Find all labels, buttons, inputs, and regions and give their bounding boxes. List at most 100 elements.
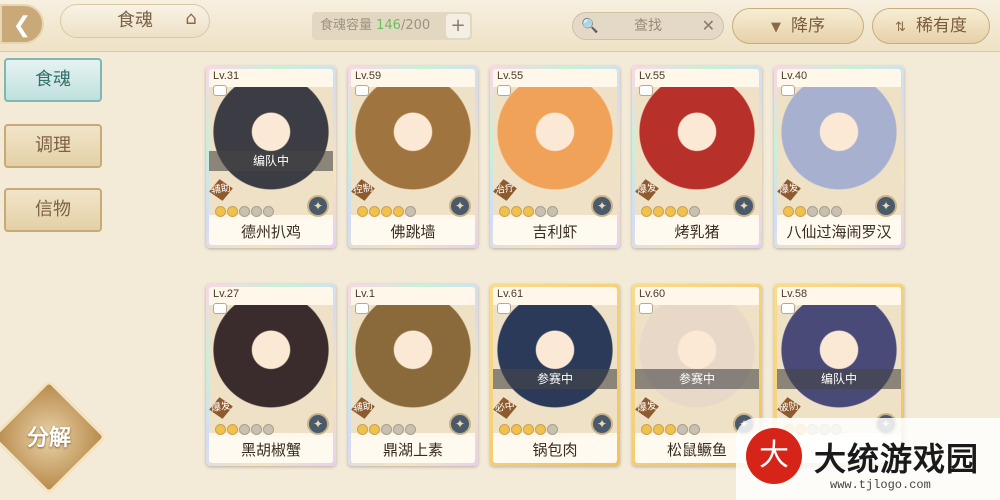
star-icon [831, 206, 842, 217]
card-level: Lv.31 [213, 70, 240, 82]
card-name: 鼎湖上素 [351, 437, 475, 463]
star-icon [677, 206, 688, 217]
food-soul-card[interactable]: Lv.61 参赛中 必中 ✦ 锅包肉 [490, 284, 620, 466]
card-level: Lv.27 [213, 288, 240, 300]
chat-bubble-icon [355, 85, 369, 96]
chat-bubble-icon [781, 85, 795, 96]
card-level: Lv.1 [355, 288, 375, 300]
capacity-total: /200 [400, 18, 431, 33]
sidebar-item-label: 调理 [35, 135, 71, 156]
sort-descending-label: 降序 [791, 16, 825, 36]
status-badge: 参赛中 [635, 369, 759, 389]
star-icon [641, 206, 652, 217]
sidebar-item-tokens[interactable]: 信物 [4, 188, 102, 232]
chat-bubble-icon [639, 303, 653, 314]
chat-bubble-icon [355, 303, 369, 314]
star-icon [523, 206, 534, 217]
star-icon [357, 424, 368, 435]
star-icon [393, 424, 404, 435]
star-rating [499, 202, 559, 217]
element-icon: ✦ [307, 413, 329, 435]
star-icon [819, 206, 830, 217]
card-body: Lv.55 爆发 ✦ 烤乳猪 [635, 69, 759, 245]
card-body: Lv.27 爆发 ✦ 黑胡椒蟹 [209, 287, 333, 463]
star-rating [499, 420, 559, 435]
status-badge: 参赛中 [493, 369, 617, 389]
star-icon [535, 424, 546, 435]
home-icon[interactable]: ⌂ [178, 8, 204, 30]
card-name: 八仙过海闹罗汉 [777, 219, 901, 245]
back-arrow-icon[interactable]: ❮ [0, 4, 44, 44]
card-name: 锅包肉 [493, 437, 617, 463]
card-body: Lv.1 辅助 ✦ 鼎湖上素 [351, 287, 475, 463]
food-soul-card[interactable]: Lv.55 爆发 ✦ 烤乳猪 [632, 66, 762, 248]
chat-bubble-icon [497, 303, 511, 314]
search-placeholder: 查找 [634, 18, 662, 34]
sort-descending-button[interactable]: ▼ 降序 [732, 8, 864, 44]
star-icon [405, 206, 416, 217]
star-icon [653, 206, 664, 217]
star-icon [227, 206, 238, 217]
star-icon [215, 424, 226, 435]
watermark-text: 大统游戏园 [814, 440, 980, 478]
star-icon [393, 206, 404, 217]
food-soul-card[interactable]: Lv.27 爆发 ✦ 黑胡椒蟹 [206, 284, 336, 466]
watermark-logo: 大 [746, 428, 802, 484]
clear-icon[interactable]: ✕ [702, 13, 715, 39]
star-icon [665, 206, 676, 217]
star-icon [263, 424, 274, 435]
sidebar-item-cooking[interactable]: 调理 [4, 124, 102, 168]
star-icon [405, 424, 416, 435]
star-icon [547, 206, 558, 217]
food-soul-card[interactable]: Lv.40 爆发 ✦ 八仙过海闹罗汉 [774, 66, 904, 248]
food-soul-card[interactable]: Lv.1 辅助 ✦ 鼎湖上素 [348, 284, 478, 466]
star-rating [357, 420, 417, 435]
search-icon: 🔍 [581, 18, 599, 34]
card-name: 烤乳猪 [635, 219, 759, 245]
capacity-display: 食魂容量 146/200 + [312, 12, 472, 40]
sort-rarity-label: 稀有度 [915, 16, 967, 36]
food-soul-card[interactable]: Lv.55 治疗 ✦ 吉利虾 [490, 66, 620, 248]
card-body: Lv.55 治疗 ✦ 吉利虾 [493, 69, 617, 245]
star-icon [783, 206, 794, 217]
star-icon [653, 424, 664, 435]
sort-rarity-button[interactable]: ⇅ 稀有度 [872, 8, 990, 44]
capacity-label: 食魂容量 [320, 18, 377, 33]
card-body: Lv.61 参赛中 必中 ✦ 锅包肉 [493, 287, 617, 463]
star-icon [251, 206, 262, 217]
expand-capacity-button[interactable]: + [446, 14, 470, 38]
star-icon [807, 206, 818, 217]
star-rating [641, 202, 701, 217]
star-rating [641, 420, 701, 435]
decompose-label[interactable]: 分解 [8, 420, 90, 452]
food-soul-card[interactable]: Lv.59 控制 ✦ 佛跳墙 [348, 66, 478, 248]
star-icon [689, 206, 700, 217]
card-level: Lv.58 [781, 288, 808, 300]
star-icon [251, 424, 262, 435]
element-icon: ✦ [307, 195, 329, 217]
element-icon: ✦ [875, 195, 897, 217]
sidebar-item-label: 信物 [35, 199, 71, 220]
sidebar-item-food-souls[interactable]: 食魂 [4, 58, 102, 102]
element-icon: ✦ [449, 413, 471, 435]
element-icon: ✦ [449, 195, 471, 217]
star-icon [239, 424, 250, 435]
card-name: 吉利虾 [493, 219, 617, 245]
star-icon [499, 206, 510, 217]
star-rating [215, 202, 275, 217]
search-input[interactable]: 🔍 查找 ✕ [572, 12, 724, 40]
star-icon [795, 206, 806, 217]
chat-bubble-icon [213, 303, 227, 314]
card-name: 黑胡椒蟹 [209, 437, 333, 463]
star-icon [665, 424, 676, 435]
element-icon: ✦ [733, 195, 755, 217]
star-icon [369, 206, 380, 217]
star-rating [357, 202, 417, 217]
food-soul-card[interactable]: Lv.31 编队中 辅助 ✦ 德州扒鸡 [206, 66, 336, 248]
star-icon [523, 424, 534, 435]
card-level: Lv.55 [497, 70, 524, 82]
watermark-url: www.tjlogo.com [830, 478, 931, 492]
star-icon [215, 206, 226, 217]
star-icon [689, 424, 700, 435]
star-icon [511, 424, 522, 435]
